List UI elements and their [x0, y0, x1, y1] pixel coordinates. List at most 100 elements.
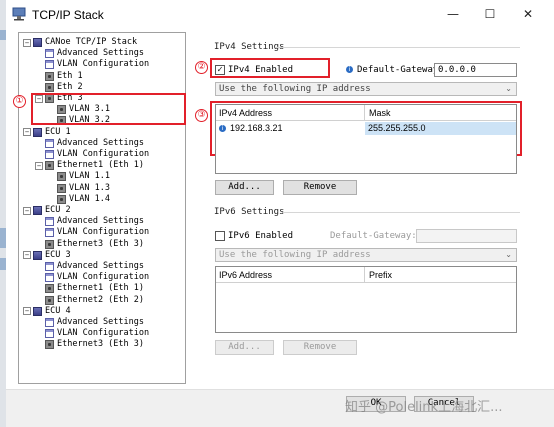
ipv4-mask-header[interactable]: Mask: [369, 108, 391, 118]
tree-node-label: Ethernet3 (Eth 3): [57, 238, 144, 249]
tree-node-label: Advanced Settings: [57, 261, 144, 271]
tree-node-label: Eth 1: [57, 70, 83, 81]
annotation-marker-3: ③: [195, 109, 208, 122]
tree-node[interactable]: VLAN Configuration: [35, 227, 149, 238]
ipv6-address-header[interactable]: IPv6 Address: [219, 270, 272, 280]
tree-node[interactable]: Advanced Settings: [35, 261, 144, 272]
ipv6-remove-button[interactable]: Remove: [283, 340, 357, 355]
ipv4-group-title: IPv4 Settings: [214, 42, 285, 52]
computer-icon: [33, 127, 42, 137]
collapse-toggle-icon[interactable]: −: [23, 206, 31, 215]
tree-node-label: VLAN 1.1: [69, 171, 110, 182]
tree-node[interactable]: VLAN 1.3: [47, 183, 110, 194]
network-icon: [57, 172, 66, 182]
tree-node[interactable]: Eth 2: [35, 82, 83, 93]
ipv4-remove-button[interactable]: Remove: [283, 180, 357, 195]
ipv4-enabled-label: IPv4 Enabled: [228, 65, 294, 75]
tree-node-label: ECU 4: [45, 305, 71, 316]
ipv4-gateway-label-wrap: i Default-Gateway: [346, 65, 438, 75]
network-icon: [57, 183, 66, 193]
tree-node-label: Ethernet1 (Eth 1): [57, 283, 144, 294]
tree-node[interactable]: − CANoe TCP/IP Stack: [23, 37, 137, 48]
tree-node-label: Eth 2: [57, 81, 83, 92]
ipv4-enabled-checkbox[interactable]: ✓: [215, 65, 225, 75]
tree-node[interactable]: Ethernet3 (Eth 3): [35, 339, 144, 350]
info-icon: i: [346, 66, 353, 73]
ipv6-group-line: [283, 212, 520, 213]
ipv6-gateway-input[interactable]: [416, 229, 517, 243]
tree-view[interactable]: − CANoe TCP/IP Stack Advanced Settings VLAN…: [18, 32, 186, 384]
collapse-toggle-icon[interactable]: −: [23, 128, 31, 137]
ipv6-prefix-header[interactable]: Prefix: [369, 270, 392, 280]
ipv6-add-button[interactable]: Add...: [215, 340, 274, 355]
tree-node[interactable]: − ECU 3: [23, 250, 71, 261]
minimize-button[interactable]: —: [438, 4, 468, 24]
ipv6-group-title: IPv6 Settings: [214, 207, 285, 217]
ipv6-enabled-checkbox[interactable]: [215, 231, 225, 241]
computer-icon: [33, 306, 42, 316]
tree-node-label: Advanced Settings: [57, 48, 144, 59]
close-button[interactable]: ✕: [513, 4, 543, 24]
column-separator[interactable]: [364, 267, 365, 282]
tree-node[interactable]: VLAN Configuration: [35, 328, 149, 339]
annotation-box-eth3: [31, 93, 186, 125]
tree-node[interactable]: Ethernet1 (Eth 1): [35, 283, 144, 294]
collapse-toggle-icon[interactable]: −: [35, 161, 43, 170]
collapse-toggle-icon[interactable]: −: [23, 251, 31, 260]
settings-icon: [45, 49, 54, 59]
tree-node[interactable]: − ECU 4: [23, 306, 71, 317]
tree-node-label: VLAN Configuration: [57, 328, 150, 339]
tree-node-label: Advanced Settings: [57, 137, 144, 148]
settings-icon: [45, 318, 54, 327]
title-bar: TCP/IP Stack — ☐ ✕: [6, 0, 554, 28]
annotation-marker-1: ①: [13, 95, 26, 108]
annotation-marker-2: ②: [195, 61, 208, 74]
ipv4-mode-select[interactable]: Use the following IP address ⌄: [215, 82, 517, 96]
header-divider: [216, 120, 516, 121]
column-separator[interactable]: [364, 105, 365, 120]
ipv6-mode-select[interactable]: Use the following IP address ⌄: [215, 248, 517, 262]
tree-node-label: Advanced Settings: [57, 216, 144, 227]
settings-icon: [45, 150, 54, 159]
ipv4-add-button[interactable]: Add...: [215, 180, 274, 195]
tree-node[interactable]: VLAN Configuration: [35, 272, 149, 283]
tree-node-label: Advanced Settings: [57, 317, 144, 327]
tree-node[interactable]: Advanced Settings: [35, 48, 144, 59]
settings-icon: [45, 228, 54, 238]
ipv6-address-table[interactable]: IPv6 Address Prefix: [215, 266, 517, 333]
ipv4-mode-value: Use the following IP address: [219, 84, 371, 94]
tree-node[interactable]: VLAN 1.1: [47, 171, 110, 182]
tree-node-label: CANoe TCP/IP Stack: [45, 37, 138, 47]
settings-icon: [45, 329, 54, 339]
collapse-toggle-icon[interactable]: −: [23, 38, 31, 47]
tree-node[interactable]: Advanced Settings: [35, 216, 144, 227]
desktop-edge: [0, 0, 6, 427]
ipv4-address-header[interactable]: IPv4 Address: [219, 108, 272, 118]
header-divider: [216, 282, 516, 283]
tree-node[interactable]: VLAN Configuration: [35, 59, 149, 70]
tree-node[interactable]: − ECU 2: [23, 205, 71, 216]
maximize-button[interactable]: ☐: [475, 4, 505, 24]
settings-icon: [45, 262, 54, 271]
network-icon: [45, 340, 54, 350]
ipv4-address-cell[interactable]: i 192.168.3.21: [219, 122, 363, 135]
ipv4-mask-cell[interactable]: 255.255.255.0: [365, 122, 516, 135]
ipv4-gateway-label: Default-Gateway: [357, 65, 439, 75]
ipv4-address-table[interactable]: IPv4 Address Mask i 192.168.3.21 255.255.…: [215, 104, 517, 174]
tree-node[interactable]: VLAN Configuration: [35, 149, 149, 160]
tree-node[interactable]: Eth 1: [35, 71, 83, 82]
computer-icon: [33, 38, 42, 47]
settings-icon: [45, 217, 54, 227]
tree-node[interactable]: VLAN 1.4: [47, 194, 110, 205]
network-app-icon: [12, 7, 26, 21]
tree-node[interactable]: Ethernet2 (Eth 2): [35, 295, 144, 306]
tree-node[interactable]: Advanced Settings: [35, 317, 144, 328]
tree-node[interactable]: Advanced Settings: [35, 138, 144, 149]
tree-node[interactable]: − Ethernet1 (Eth 1): [35, 160, 144, 171]
tree-node[interactable]: Ethernet3 (Eth 3): [35, 239, 144, 250]
collapse-toggle-icon[interactable]: −: [23, 307, 31, 316]
tree-node[interactable]: − ECU 1: [23, 127, 71, 138]
settings-icon: [45, 138, 54, 148]
network-icon: [45, 295, 54, 305]
ipv4-gateway-input[interactable]: 0.0.0.0: [434, 63, 517, 77]
